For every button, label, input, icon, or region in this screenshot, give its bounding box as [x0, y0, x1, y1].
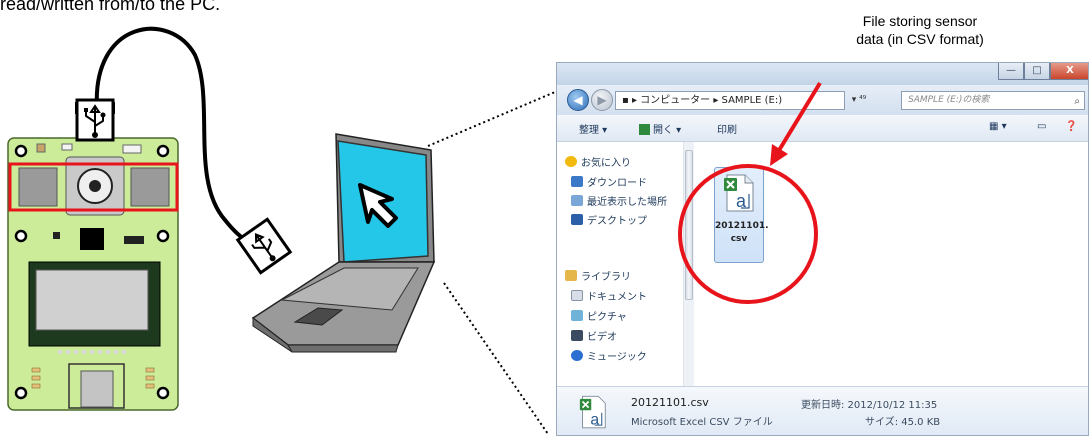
- star-icon: [565, 156, 577, 167]
- file-item[interactable]: a 20121101. csv: [714, 167, 769, 263]
- callout-line-2: data (in CSV format): [856, 31, 984, 47]
- diagram: read/written from/to the PC. File storin…: [0, 0, 1089, 436]
- navigation-pane: お気に入り ダウンロード 最近表示した場所 デスクトップ ライブラリ ドキュメン…: [557, 142, 683, 386]
- open-button[interactable]: 開く ▾: [639, 121, 681, 136]
- maximize-button[interactable]: □: [1024, 63, 1050, 80]
- explorer-window: — □ X ◀ ▶ ▪ ▸ コンピューター ▸ SAMPLE (E:) ▾ ⁴⁹…: [556, 62, 1089, 436]
- search-placeholder: SAMPLE (E:)の検索: [908, 95, 990, 105]
- desktop-icon: [571, 214, 583, 225]
- details-modified: 更新日時: 2012/10/12 11:35: [801, 400, 938, 411]
- pictures-icon: [571, 310, 583, 321]
- sidebar-item-label: ミュージック: [587, 352, 647, 363]
- print-button[interactable]: 印刷: [717, 121, 737, 136]
- usb-plug-icon: [235, 217, 293, 275]
- search-icon[interactable]: ⌕: [1074, 93, 1080, 109]
- videos-icon: [571, 330, 583, 341]
- sidebar-item-desktop[interactable]: デスクトップ: [571, 212, 647, 227]
- sidebar-item-videos[interactable]: ビデオ: [571, 328, 617, 343]
- hardware-illustration: [7, 26, 556, 435]
- address-bar[interactable]: ▪ ▸ コンピューター ▸ SAMPLE (E:): [615, 91, 845, 110]
- file-name-line-2: csv: [730, 234, 748, 244]
- excel-small-icon: [639, 124, 650, 135]
- sidebar-item-label: ライブラリ: [581, 272, 631, 283]
- scrollbar-thumb[interactable]: [685, 150, 693, 300]
- close-button[interactable]: X: [1050, 63, 1088, 80]
- help-icon[interactable]: ❓: [1065, 121, 1077, 132]
- window-buttons: — □ X: [998, 63, 1088, 80]
- sidebar-item-label: デスクトップ: [587, 216, 647, 227]
- svg-text:a: a: [590, 411, 599, 428]
- sidebar-item-label: 最近表示した場所: [587, 197, 667, 208]
- address-row: ◀ ▶ ▪ ▸ コンピューター ▸ SAMPLE (E:) ▾ ⁴⁹ SAMPL…: [557, 85, 1088, 115]
- command-bar: 整理 ▾ 開く ▾ 印刷 ▦ ▾ ▭ ❓: [557, 115, 1088, 142]
- open-button-label: 開く ▾: [653, 125, 682, 136]
- sidebar-item-documents[interactable]: ドキュメント: [571, 288, 647, 303]
- sidebar-item-label: ピクチャ: [587, 312, 627, 323]
- sidebar-item-pictures[interactable]: ピクチャ: [571, 308, 627, 323]
- download-folder-icon: [571, 176, 583, 187]
- callout-label: File storing sensor data (in CSV format): [800, 12, 1040, 48]
- sidebar-item-downloads[interactable]: ダウンロード: [571, 174, 647, 189]
- organize-button[interactable]: 整理 ▾: [579, 121, 607, 136]
- sensor-board: [7, 102, 179, 411]
- excel-csv-file-icon: a: [579, 395, 606, 428]
- sidebar-item-label: お気に入り: [581, 158, 631, 169]
- zoom-line-top: [427, 91, 556, 147]
- usb-symbol-icon: [75, 98, 115, 142]
- search-input[interactable]: SAMPLE (E:)の検索 ⌕: [901, 91, 1085, 110]
- sidebar-item-label: ビデオ: [587, 332, 617, 343]
- forward-button[interactable]: ▶: [591, 89, 613, 111]
- sidebar-item-libraries[interactable]: ライブラリ: [565, 268, 631, 283]
- library-icon: [565, 270, 577, 281]
- sidebar-item-recent[interactable]: 最近表示した場所: [571, 193, 667, 208]
- back-button[interactable]: ◀: [567, 89, 589, 111]
- recent-places-icon: [571, 195, 583, 206]
- address-dropdown-icon[interactable]: ▾ ⁴⁹: [849, 91, 869, 110]
- sidebar-item-label: ダウンロード: [587, 178, 647, 189]
- documents-icon: [571, 290, 583, 301]
- sidebar-item-favorites[interactable]: お気に入り: [565, 154, 631, 169]
- preview-pane-icon[interactable]: ▭: [1037, 121, 1046, 132]
- details-filename: 20121101.csv: [631, 396, 709, 409]
- file-name: 20121101. csv: [715, 220, 769, 246]
- minimize-button[interactable]: —: [998, 63, 1024, 80]
- zoom-line-bottom: [443, 282, 549, 435]
- title-bar: — □ X: [557, 63, 1088, 85]
- details-size: サイズ: 45.0 KB: [865, 417, 941, 428]
- details-pane: a 20121101.csv Microsoft Excel CSV ファイル …: [557, 386, 1088, 435]
- view-options-icon[interactable]: ▦ ▾: [989, 121, 1007, 132]
- sidebar-scrollbar[interactable]: [683, 142, 694, 386]
- callout-line-1: File storing sensor: [862, 13, 978, 29]
- sidebar-item-music[interactable]: ミュージック: [571, 348, 647, 363]
- details-filetype: Microsoft Excel CSV ファイル: [631, 417, 773, 428]
- excel-csv-file-icon: a: [724, 174, 754, 212]
- file-name-line-1: 20121101.: [715, 221, 769, 231]
- music-icon: [571, 350, 583, 361]
- sidebar-item-label: ドキュメント: [587, 292, 647, 303]
